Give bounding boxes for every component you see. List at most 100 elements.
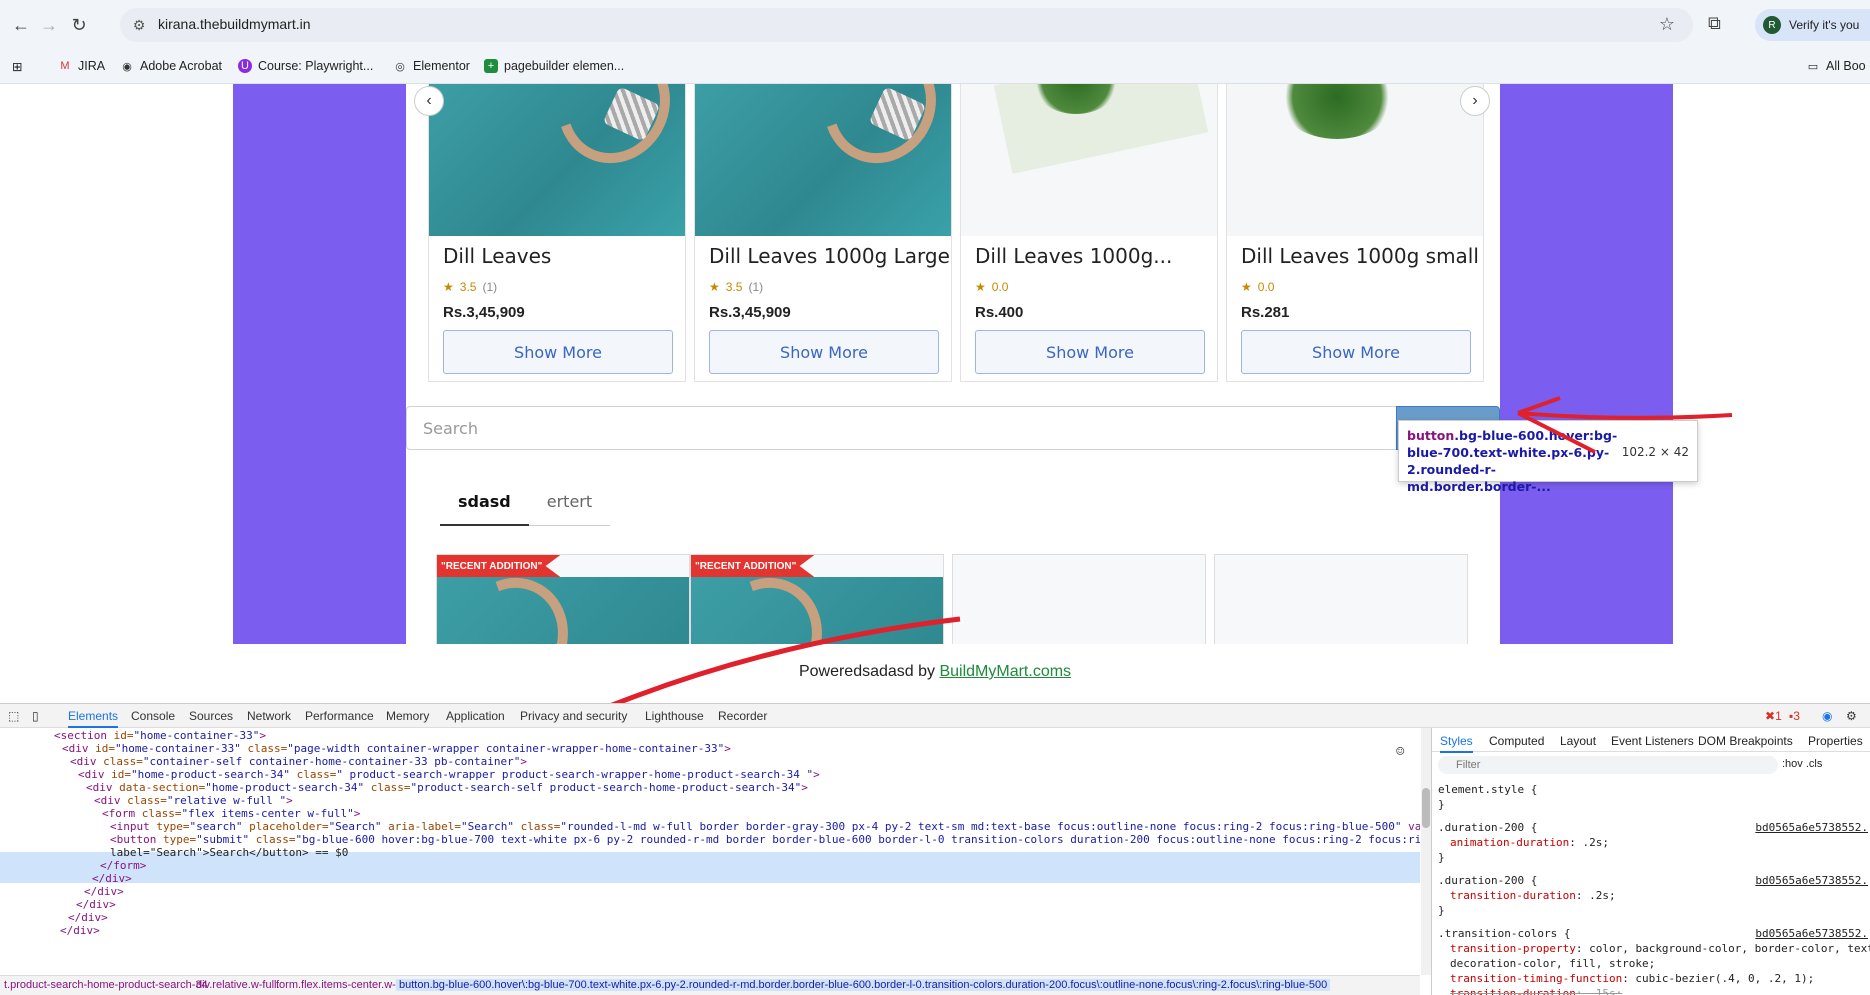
tab-elements[interactable]: Elements [68, 709, 119, 728]
style-rule[interactable]: element.style {} [1438, 782, 1868, 812]
error-count-value: 1 [1775, 709, 1782, 723]
product-image [429, 84, 685, 236]
rating-value: 3.5 [725, 280, 743, 294]
profile-button[interactable]: R Verify it's you [1755, 9, 1870, 41]
show-more-button[interactable]: Show More [709, 330, 939, 374]
bookmark-label: pagebuilder elemen... [504, 59, 625, 73]
product-card[interactable]: "RECENT ADDITION" [436, 554, 690, 644]
elementor-icon: ◎ [395, 60, 405, 73]
tab-event-listeners[interactable]: Event Listeners [1611, 734, 1694, 748]
breadcrumb-item[interactable]: form.flex.items-center.w-full [276, 979, 410, 991]
product-card[interactable]: "RECENT ADDITION" [690, 554, 944, 644]
star-icon: ★ [975, 280, 986, 294]
tab-lighthouse[interactable]: Lighthouse [645, 709, 704, 723]
page-viewport: Dill Leaves ★ 3.5 (1) Rs.3,45,909 Show Mor… [0, 84, 1870, 703]
breadcrumb-item[interactable]: button.bg-blue-600.hover\:bg-blue-700.te… [396, 979, 1331, 991]
style-rule[interactable]: .duration-200 {bd0565a6e5738552. animatio… [1438, 820, 1868, 865]
reload-icon[interactable]: ↻ [66, 12, 92, 38]
footer-link[interactable]: BuildMyMart.coms [939, 663, 1071, 680]
device-toolbar-icon[interactable]: ▯ [32, 709, 39, 723]
product-card[interactable] [952, 554, 1206, 644]
style-rule[interactable]: .duration-200 {bd0565a6e5738552. transiti… [1438, 873, 1868, 918]
bookmark-star-icon[interactable]: ☆ [1659, 14, 1675, 35]
dom-breadcrumbs: t.product-search-home-product-search-34 d… [0, 975, 1420, 995]
tab-privacy[interactable]: Privacy and security [520, 709, 627, 723]
settings-gear-icon[interactable]: ⚙ [1846, 709, 1857, 723]
rating-count: (1) [482, 280, 498, 294]
dom-tree[interactable]: <section id="home-container-33"> <div id=… [0, 728, 1420, 975]
dom-node[interactable]: </div> [60, 923, 100, 939]
breadcrumb-item[interactable]: div.relative.w-full. [196, 979, 280, 991]
styles-tabbar: Styles Computed Layout Event Listeners D… [1432, 728, 1870, 753]
page-footer: Poweredsadasd by BuildMyMart.coms [0, 663, 1870, 681]
product-card[interactable]: Dill Leaves 1000g... ★ 0.0 Rs.400 Show Mo… [960, 84, 1218, 382]
tab-computed[interactable]: Computed [1489, 734, 1544, 748]
address-bar[interactable]: ⚙ kirana.thebuildmymart.in ☆ [120, 8, 1693, 42]
bookmarks-bar: ⊞ M JIRA ◉ Adobe Acrobat U Course: Playwrig… [0, 50, 1870, 84]
tab-properties[interactable]: Properties [1808, 734, 1863, 748]
tab-memory[interactable]: Memory [386, 709, 429, 723]
bookmark-jira[interactable]: M JIRA [58, 59, 105, 73]
product-rating: ★ 3.5 (1) [709, 280, 763, 294]
warning-count[interactable]: ▪3 [1789, 709, 1800, 723]
forward-icon[interactable]: → [36, 12, 62, 38]
bookmark-label: JIRA [78, 59, 106, 73]
style-rule[interactable]: .transition-colors {bd0565a6e5738552. tra… [1438, 926, 1870, 995]
tab-network[interactable]: Network [247, 709, 291, 723]
product-name[interactable]: Dill Leaves 1000g Large [709, 244, 950, 268]
inspect-icon[interactable]: ⬚ [8, 709, 19, 723]
acrobat-icon: ◉ [122, 60, 132, 73]
extensions-icon[interactable]: ⧉ [1708, 13, 1721, 34]
show-more-button[interactable]: Show More [1241, 330, 1471, 374]
tab-recorder[interactable]: Recorder [718, 709, 767, 723]
tab-sdasd[interactable]: sdasd [440, 484, 529, 526]
carousel-prev-icon[interactable]: ‹ [414, 86, 444, 116]
inspect-tooltip: button.bg-blue-600.hover:bg-blue-700.tex… [1398, 420, 1698, 494]
bookmark-acrobat[interactable]: ◉ Adobe Acrobat [120, 59, 222, 73]
tab-performance[interactable]: Performance [305, 709, 374, 723]
tab-layout[interactable]: Layout [1560, 734, 1596, 748]
tab-styles[interactable]: Styles [1440, 734, 1473, 753]
styles-filter-input[interactable]: Filter [1438, 756, 1778, 774]
product-card[interactable]: Dill Leaves ★ 3.5 (1) Rs.3,45,909 Show Mor… [428, 84, 686, 382]
bookmark-elementor[interactable]: ◎ Elementor [393, 59, 470, 73]
tab-ertert[interactable]: ertert [528, 484, 611, 526]
tooltip-selector: button.bg-blue-600.hover:bg-blue-700.tex… [1407, 427, 1627, 495]
tab-sources[interactable]: Sources [189, 709, 233, 723]
error-count[interactable]: ✖1 [1765, 709, 1782, 723]
product-card[interactable] [1214, 554, 1468, 644]
site-info-icon[interactable]: ⚙ [130, 16, 148, 34]
show-more-button[interactable]: Show More [443, 330, 673, 374]
dom-scrollbar[interactable] [1421, 728, 1431, 975]
sheets-icon: + [484, 59, 498, 73]
carousel-next-icon[interactable]: › [1460, 86, 1490, 116]
product-price: Rs.3,45,909 [709, 304, 791, 321]
rating-count: (1) [748, 280, 764, 294]
sync-icon[interactable]: ◉ [1822, 709, 1832, 723]
avatar: R [1763, 16, 1781, 34]
left-purple-banner [233, 84, 406, 644]
recent-badge: "RECENT ADDITION" [437, 555, 561, 577]
search-input[interactable]: Search [406, 406, 1406, 450]
breadcrumb-item[interactable]: t.product-search-home-product-search-34 [4, 979, 208, 991]
tab-application[interactable]: Application [446, 709, 505, 723]
bookmark-course[interactable]: U Course: Playwright... [238, 59, 373, 73]
tab-console[interactable]: Console [131, 709, 175, 723]
product-name[interactable]: Dill Leaves 1000g small [1241, 244, 1479, 268]
filter-tools[interactable]: :hov .cls [1782, 758, 1822, 770]
apps-grid-icon[interactable]: ⊞ [12, 59, 22, 74]
accessibility-icon[interactable]: ☺ [1396, 744, 1404, 760]
profile-label: Verify it's you [1789, 18, 1860, 32]
product-card[interactable]: Dill Leaves 1000g Large ★ 3.5 (1) Rs.3,45,… [694, 84, 952, 382]
product-price: Rs.281 [1241, 304, 1290, 321]
tab-dom-breakpoints[interactable]: DOM Breakpoints [1698, 734, 1793, 748]
product-name[interactable]: Dill Leaves [443, 244, 551, 268]
bookmark-pagebuilder[interactable]: + pagebuilder elemen... [484, 59, 624, 73]
product-name[interactable]: Dill Leaves 1000g... [975, 244, 1172, 268]
show-more-button[interactable]: Show More [975, 330, 1205, 374]
back-icon[interactable]: ← [8, 12, 34, 38]
rating-value: 0.0 [1257, 280, 1275, 294]
product-card[interactable]: Dill Leaves 1000g small ★ 0.0 Rs.281 Show… [1226, 84, 1484, 382]
all-bookmarks[interactable]: ▭ All Boo [1806, 59, 1866, 73]
recent-badge: "RECENT ADDITION" [691, 555, 815, 577]
